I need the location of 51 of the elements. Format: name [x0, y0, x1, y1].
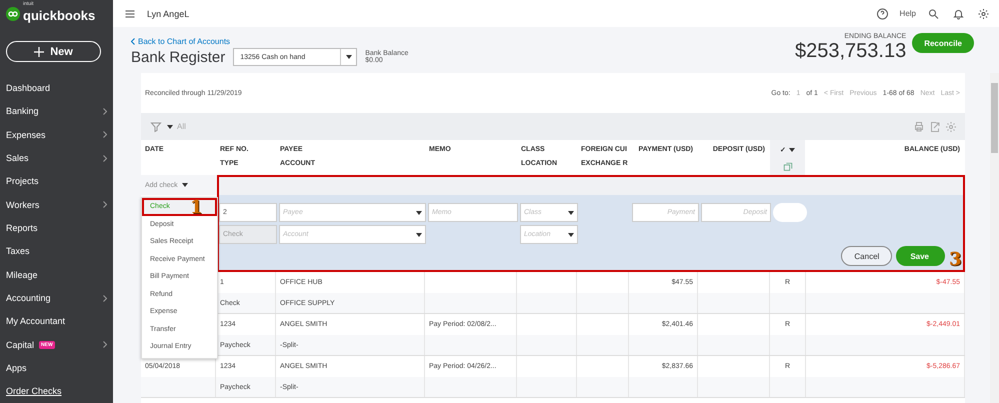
sidebar-item[interactable]: Reports: [0, 216, 113, 240]
sidebar-item[interactable]: Banking: [0, 100, 113, 124]
bell-icon[interactable]: [951, 8, 966, 20]
caret-icon: [182, 183, 188, 187]
logo-icon: [6, 6, 20, 20]
cancel-button[interactable]: Cancel: [841, 246, 892, 266]
sidebar-item[interactable]: Projects: [0, 170, 113, 194]
export-icon[interactable]: [929, 120, 941, 132]
print-icon[interactable]: [913, 120, 925, 132]
caret-icon: [167, 124, 173, 128]
back-link[interactable]: Back to Chart of Accounts: [131, 37, 408, 46]
new-button[interactable]: New: [6, 41, 101, 62]
logo-name: quickbooks: [23, 8, 96, 23]
help-icon[interactable]: [874, 8, 890, 20]
chevron-icon: [103, 131, 107, 138]
sidebar-item[interactable]: Order Checks: [0, 380, 113, 403]
caret-icon: [789, 148, 795, 152]
ending-balance: $253,753.13: [794, 40, 906, 62]
sidebar-item[interactable]: Workers: [0, 193, 113, 216]
caret-icon: [416, 232, 422, 236]
caret-icon: [346, 55, 352, 59]
page-title: Bank Register: [131, 48, 226, 66]
sidebar-item[interactable]: Mileage: [0, 263, 113, 286]
copy-icon[interactable]: [782, 161, 792, 173]
chevron-icon: [103, 294, 107, 302]
step-number: 1: [190, 199, 203, 217]
search-icon[interactable]: [926, 8, 941, 20]
sidebar-item[interactable]: Expenses: [0, 123, 113, 146]
settings-icon[interactable]: [976, 8, 991, 20]
sidebar-item[interactable]: Taxes: [0, 240, 113, 264]
plus-icon: [34, 46, 44, 57]
company-name: Lyn AngeL: [147, 8, 190, 18]
status-field[interactable]: [773, 203, 807, 222]
sidebar-item[interactable]: Dashboard: [0, 76, 113, 100]
chevron-icon: [103, 341, 107, 348]
menu-icon[interactable]: [123, 8, 137, 20]
step-number: 3: [949, 251, 962, 269]
caret-icon: [568, 210, 574, 214]
chevron-icon: [131, 38, 135, 45]
help-link[interactable]: Help: [900, 9, 916, 18]
scrollbar[interactable]: [990, 73, 999, 403]
caret-icon: [416, 210, 422, 214]
sidebar-item[interactable]: Sales: [0, 146, 113, 170]
sidebar-item[interactable]: Accounting: [0, 286, 113, 310]
caret-icon: [568, 232, 574, 236]
sidebar-item[interactable]: My Accountant: [0, 310, 113, 334]
chevron-icon: [103, 154, 107, 162]
filter-icon[interactable]: [149, 120, 163, 132]
chevron-icon: [103, 108, 107, 115]
chevron-icon: [103, 201, 107, 208]
sidebar-item[interactable]: Apps: [0, 356, 113, 380]
